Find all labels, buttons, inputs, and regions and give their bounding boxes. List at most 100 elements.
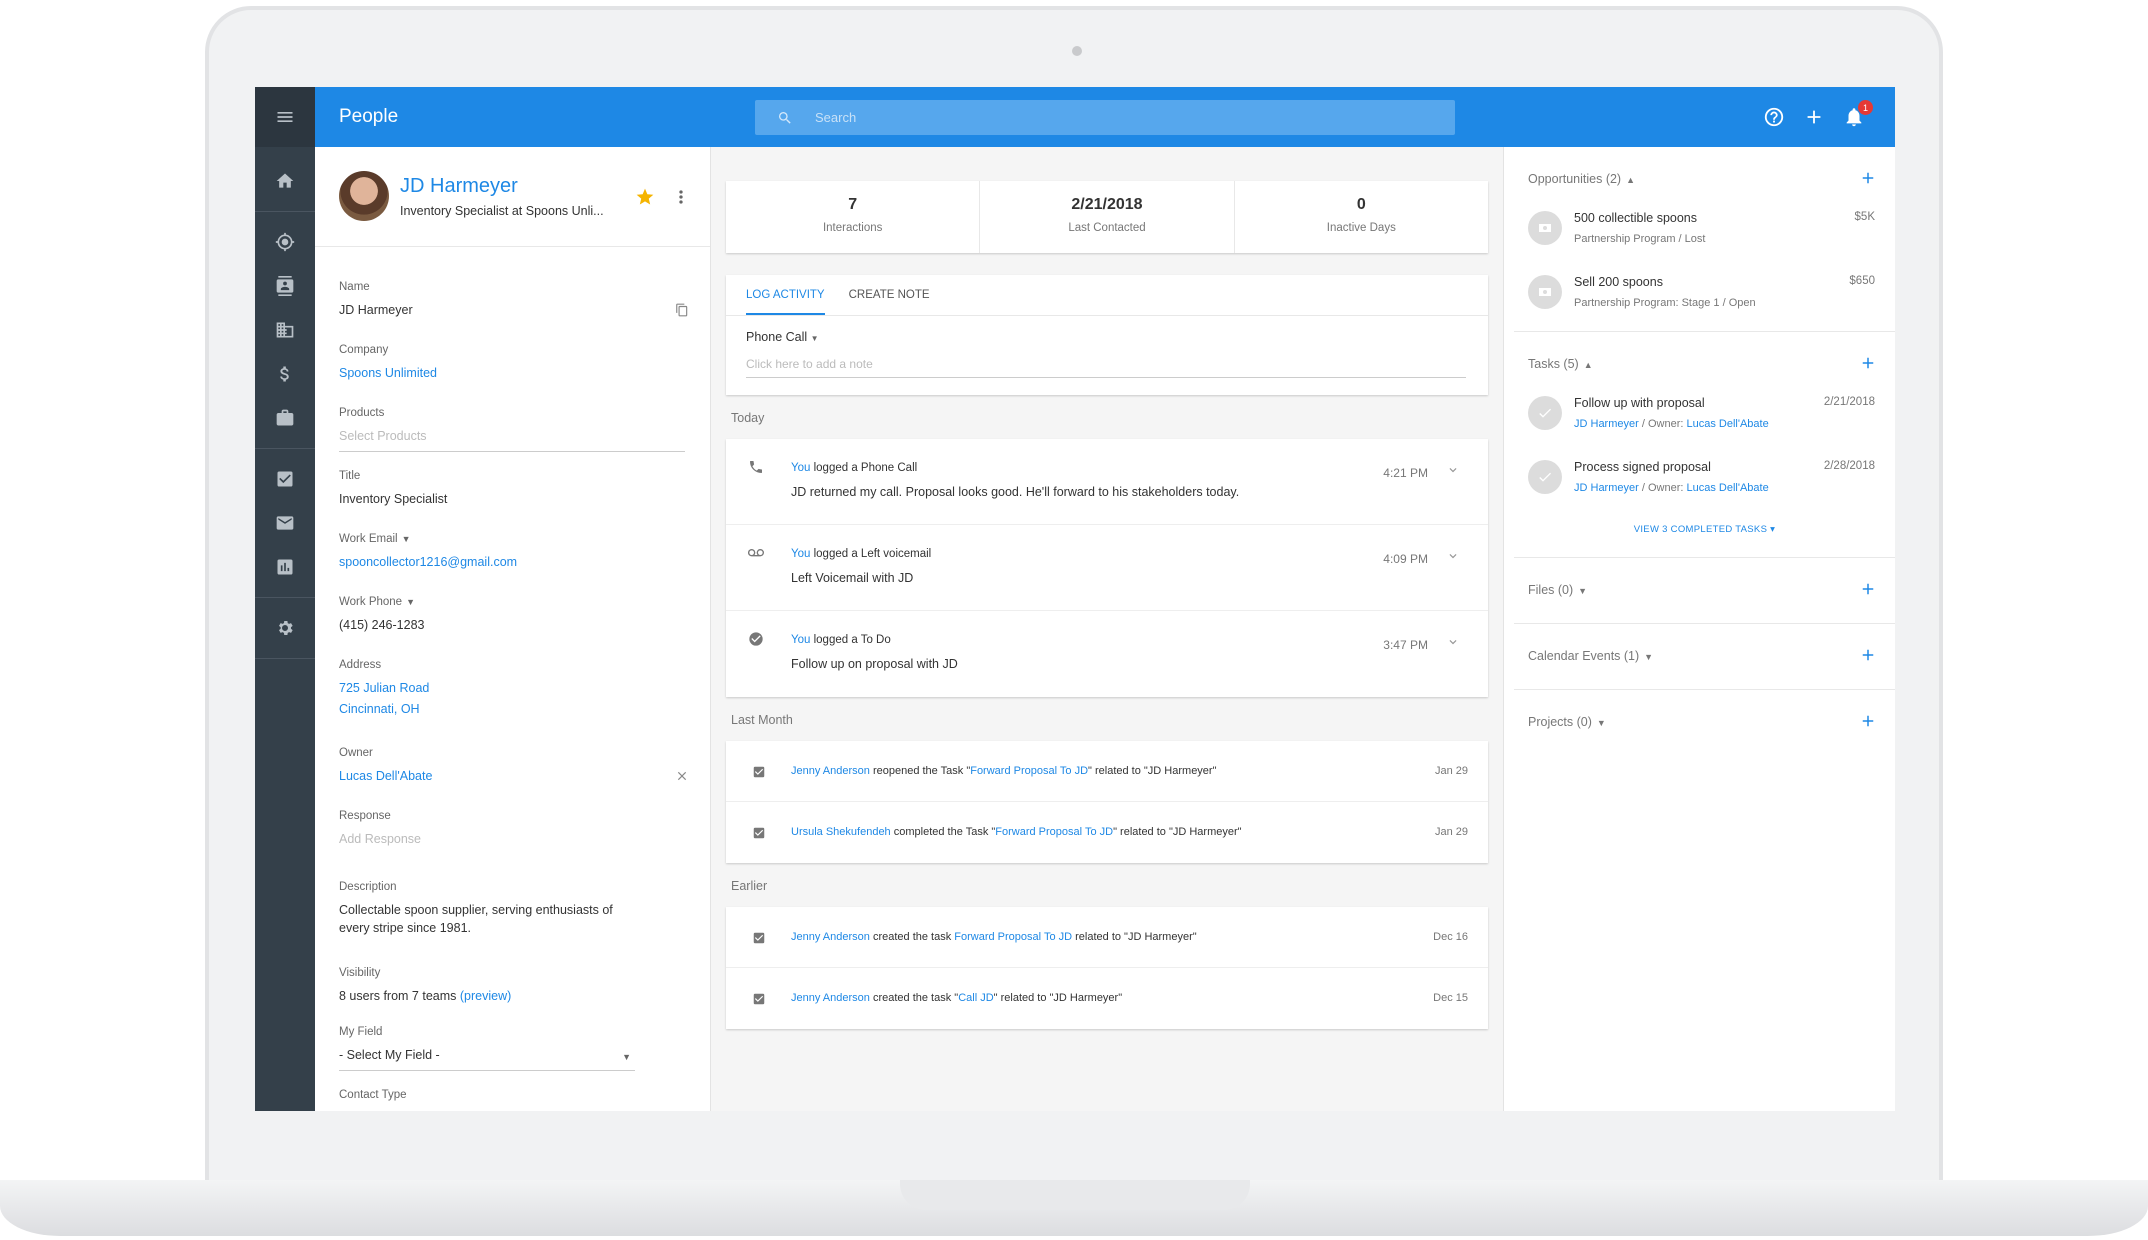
task-event[interactable]: Jenny Anderson created the task "Call JD… — [726, 968, 1488, 1029]
preview-link[interactable]: (preview) — [460, 989, 511, 1003]
search-input[interactable] — [815, 110, 1415, 125]
section-header[interactable]: Files (0) ▼ — [1514, 558, 1895, 614]
event-text: " related to "JD Harmeyer" — [1113, 826, 1242, 838]
note-input[interactable] — [746, 353, 1466, 378]
check-circle-icon[interactable] — [1528, 460, 1562, 494]
close-icon[interactable] — [675, 769, 689, 783]
field-label[interactable]: Work Email ▼ — [339, 533, 689, 545]
description-line2[interactable]: every stripe since 1981. — [339, 919, 689, 937]
nav-reports[interactable] — [255, 545, 315, 589]
section-header[interactable]: Tasks (5) ▲ — [1514, 332, 1895, 388]
feed-action: logged a Left voicemail — [810, 548, 932, 560]
products-select[interactable]: Select Products — [339, 427, 685, 452]
more-vert-icon[interactable] — [671, 187, 691, 207]
address-line2[interactable]: Cincinnati, OH — [339, 700, 689, 718]
activity-type-select[interactable]: Phone Call ▼ — [746, 330, 819, 344]
nav-settings[interactable] — [255, 606, 315, 650]
field-value[interactable]: JD Harmeyer — [339, 301, 689, 319]
email-link[interactable]: spooncollector1216@gmail.com — [339, 553, 689, 571]
caret-down-icon: ▼ — [622, 1052, 631, 1062]
task-event[interactable]: Ursula Shekufendeh completed the Task "F… — [726, 802, 1488, 863]
field-value[interactable]: (415) 246-1283 — [339, 616, 689, 634]
actor-link[interactable]: Jenny Anderson — [791, 992, 870, 1004]
task-owner-link[interactable]: Lucas Dell'Abate — [1686, 418, 1768, 430]
camera — [1072, 46, 1082, 56]
plus-icon[interactable] — [1859, 712, 1877, 730]
opportunity-value: $650 — [1849, 275, 1875, 287]
task-item[interactable]: Follow up with proposal JD Harmeyer / Ow… — [1514, 388, 1895, 452]
event-date: Dec 15 — [1433, 992, 1468, 1004]
feed-item[interactable]: You logged a Phone Call JD returned my c… — [726, 439, 1488, 525]
notifications-button[interactable]: 1 — [1843, 100, 1873, 128]
actor-link[interactable]: You — [791, 548, 810, 560]
nav-people[interactable] — [255, 264, 315, 308]
feed-item[interactable]: You logged a To Do Follow up on proposal… — [726, 611, 1488, 697]
chevron-down-icon[interactable] — [1446, 635, 1460, 649]
task-owner-link[interactable]: Lucas Dell'Abate — [1686, 482, 1768, 494]
rail-divider — [255, 211, 315, 212]
tab-log-activity[interactable]: LOG ACTIVITY — [746, 275, 825, 315]
field-title: Title Inventory Specialist — [339, 470, 689, 508]
search-bar[interactable] — [755, 100, 1455, 135]
opportunities-label: Opportunities (2) — [1528, 172, 1622, 186]
plus-icon[interactable] — [1859, 580, 1877, 598]
star-icon[interactable] — [635, 187, 655, 207]
company-link[interactable]: Spoons Unlimited — [339, 364, 689, 382]
nav-projects[interactable] — [255, 396, 315, 440]
field-label[interactable]: Work Phone ▼ — [339, 596, 689, 608]
menu-button[interactable] — [255, 87, 315, 147]
description-line1[interactable]: Collectable spoon supplier, serving enth… — [339, 901, 689, 919]
task-link[interactable]: Forward Proposal To JD — [995, 826, 1113, 838]
actor-link[interactable]: Jenny Anderson — [791, 931, 870, 943]
task-person-link[interactable]: JD Harmeyer — [1574, 482, 1639, 494]
phone-icon — [750, 461, 762, 473]
my-field-select[interactable]: - Select My Field - ▼ — [339, 1046, 635, 1071]
field-value[interactable]: Inventory Specialist — [339, 490, 689, 508]
section-header[interactable]: Opportunities (2) ▲ — [1514, 147, 1895, 203]
response-input[interactable]: Add Response — [339, 830, 689, 848]
profile-name[interactable]: JD Harmeyer — [400, 175, 518, 198]
actor-link[interactable]: You — [791, 462, 810, 474]
add-button[interactable] — [1803, 106, 1825, 128]
chevron-down-icon[interactable] — [1446, 549, 1460, 563]
nav-home[interactable] — [255, 159, 315, 203]
tab-create-note[interactable]: CREATE NOTE — [849, 275, 930, 315]
section-header[interactable]: Projects (0) ▼ — [1514, 690, 1895, 746]
task-event[interactable]: Jenny Anderson reopened the Task "Forwar… — [726, 741, 1488, 802]
profile-panel: JD Harmeyer Inventory Specialist at Spoo… — [315, 147, 711, 1111]
task-item[interactable]: Process signed proposal JD Harmeyer / Ow… — [1514, 452, 1895, 516]
check-circle-icon — [749, 632, 763, 646]
section-header[interactable]: Calendar Events (1) ▼ — [1514, 624, 1895, 680]
tasks-label: Tasks (5) — [1528, 357, 1579, 371]
nav-opportunities[interactable] — [255, 352, 315, 396]
address-line1[interactable]: 725 Julian Road — [339, 679, 689, 697]
task-event[interactable]: Jenny Anderson created the task Forward … — [726, 907, 1488, 968]
stat-value: 7 — [848, 196, 858, 213]
field-my-field: My Field - Select My Field - ▼ — [339, 1026, 635, 1071]
caret-up-icon: ▲ — [1583, 360, 1593, 370]
nav-leads[interactable] — [255, 220, 315, 264]
plus-icon[interactable] — [1859, 354, 1877, 372]
check-circle-icon[interactable] — [1528, 396, 1562, 430]
chevron-down-icon[interactable] — [1446, 463, 1460, 477]
opportunity-item[interactable]: 500 collectible spoons Partnership Progr… — [1514, 203, 1895, 267]
view-completed-tasks-link[interactable]: VIEW 3 COMPLETED TASKS ▾ — [1514, 516, 1895, 557]
actor-link[interactable]: Ursula Shekufendeh — [791, 826, 891, 838]
actor-link[interactable]: You — [791, 634, 810, 646]
task-link[interactable]: Call JD — [958, 992, 993, 1004]
nav-mail[interactable] — [255, 501, 315, 545]
nav-companies[interactable] — [255, 308, 315, 352]
event-text: " related to "JD Harmeyer" — [993, 992, 1123, 1004]
plus-icon[interactable] — [1859, 646, 1877, 664]
task-link[interactable]: Forward Proposal To JD — [970, 765, 1088, 777]
plus-icon[interactable] — [1859, 169, 1877, 187]
help-button[interactable] — [1763, 106, 1785, 128]
nav-tasks[interactable] — [255, 457, 315, 501]
actor-link[interactable]: Jenny Anderson — [791, 765, 870, 777]
owner-link[interactable]: Lucas Dell'Abate — [339, 767, 689, 785]
task-link[interactable]: Forward Proposal To JD — [954, 931, 1072, 943]
task-person-link[interactable]: JD Harmeyer — [1574, 418, 1639, 430]
copy-icon[interactable] — [675, 303, 689, 317]
opportunity-item[interactable]: Sell 200 spoons Partnership Program: Sta… — [1514, 267, 1895, 331]
feed-item[interactable]: You logged a Left voicemail Left Voicema… — [726, 525, 1488, 611]
